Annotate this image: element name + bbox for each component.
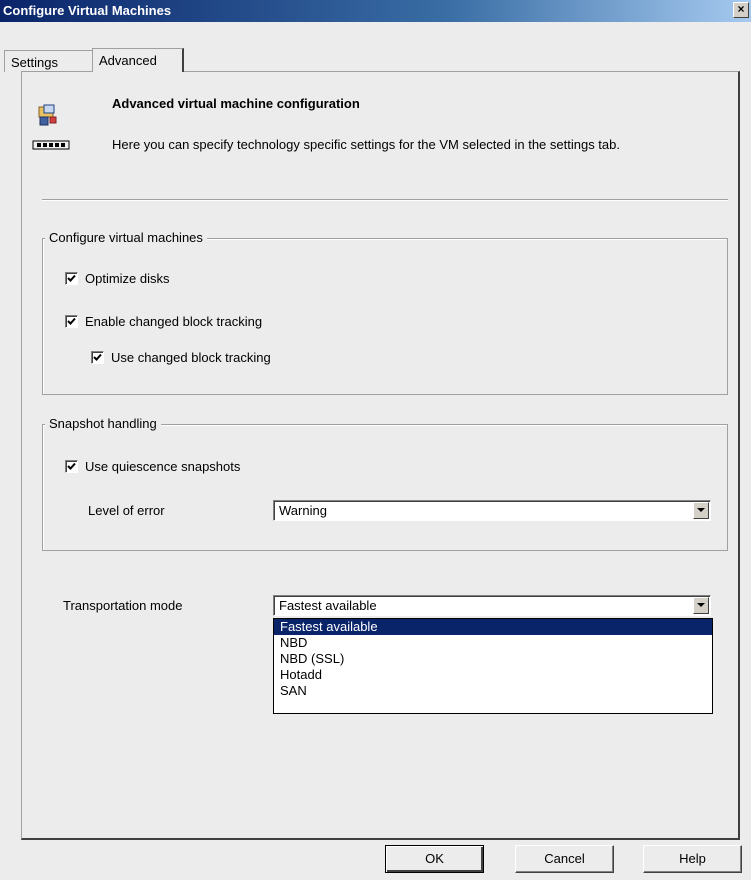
title-bar[interactable]: Configure Virtual Machines × (0, 0, 751, 22)
transportation-mode-select[interactable]: Fastest available (273, 595, 711, 616)
snapshot-handling-legend: Snapshot handling (45, 416, 161, 431)
close-button[interactable]: × (733, 2, 749, 18)
tab-advanced-label: Advanced (99, 53, 157, 68)
window-title: Configure Virtual Machines (3, 3, 172, 18)
checkbox-box[interactable] (65, 272, 78, 285)
tab-settings-label: Settings (11, 55, 58, 70)
header-divider (42, 199, 728, 201)
dropdown-button[interactable] (693, 597, 709, 614)
use-cbt-label: Use changed block tracking (111, 350, 271, 365)
configure-vm-legend: Configure virtual machines (45, 230, 207, 245)
optimize-disks-label: Optimize disks (85, 271, 170, 286)
close-icon: × (737, 2, 745, 16)
transportation-mode-label: Transportation mode (63, 598, 183, 613)
checkbox-box[interactable] (65, 460, 78, 473)
transportation-mode-value: Fastest available (279, 598, 377, 613)
dropdown-option[interactable]: NBD (SSL) (274, 651, 712, 667)
level-of-error-value: Warning (279, 503, 327, 518)
quiescence-label: Use quiescence snapshots (85, 459, 241, 474)
chevron-down-icon (697, 508, 705, 512)
tab-settings[interactable]: Settings (4, 50, 96, 72)
help-button[interactable]: Help (643, 845, 742, 873)
tab-advanced[interactable]: Advanced (92, 48, 184, 72)
level-of-error-select[interactable]: Warning (273, 500, 711, 521)
transportation-mode-dropdown-list[interactable]: Fastest available NBD NBD (SSL) Hotadd S… (273, 618, 713, 714)
dropdown-option[interactable]: SAN (274, 683, 712, 699)
server-config-icon (31, 103, 71, 151)
enable-cbt-label: Enable changed block tracking (85, 314, 263, 329)
header-description: Here you can specify technology specific… (112, 137, 620, 152)
checkmark-icon (93, 353, 102, 361)
dropdown-button[interactable] (693, 502, 709, 519)
checkmark-icon (67, 274, 76, 282)
dropdown-option[interactable]: NBD (274, 635, 712, 651)
chevron-down-icon (697, 603, 705, 607)
checkbox-box[interactable] (91, 351, 104, 364)
snapshot-handling-group: Snapshot handling (42, 416, 728, 551)
level-of-error-label: Level of error (88, 503, 165, 518)
checkmark-icon (67, 462, 76, 470)
checkbox-box[interactable] (65, 315, 78, 328)
ok-button[interactable]: OK (385, 845, 484, 873)
header-title: Advanced virtual machine configuration (112, 96, 360, 111)
cancel-button[interactable]: Cancel (515, 845, 614, 873)
dropdown-option[interactable]: Hotadd (274, 667, 712, 683)
checkmark-icon (67, 317, 76, 325)
dropdown-option[interactable]: Fastest available (274, 619, 712, 635)
